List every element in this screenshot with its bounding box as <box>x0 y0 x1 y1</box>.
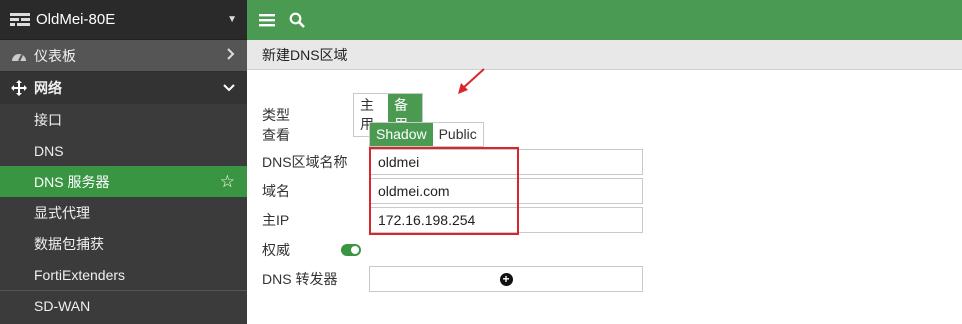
sidebar-item-label: FortiExtenders <box>34 266 126 283</box>
move-arrows-icon <box>10 80 28 96</box>
plus-circle-icon[interactable]: + <box>499 272 513 286</box>
menu-icon[interactable] <box>259 13 275 27</box>
sidebar-item-explicit-proxy[interactable]: 显式代理 <box>0 197 247 228</box>
authoritative-toggle[interactable] <box>341 244 361 256</box>
zone-name-label: DNS区域名称 <box>262 154 348 170</box>
star-icon[interactable]: ☆ <box>220 172 235 192</box>
caret-down-icon[interactable]: ▼ <box>227 14 237 25</box>
primary-ip-label: 主IP <box>262 212 290 228</box>
dns-forwarder-add[interactable]: + <box>369 266 643 292</box>
page-title: 新建DNS区域 <box>247 40 962 70</box>
sidebar-item-dns[interactable]: DNS <box>0 135 247 166</box>
view-label: 查看 <box>262 126 290 143</box>
nav-network[interactable]: 网络 <box>0 72 247 104</box>
sidebar-item-packet-capture[interactable]: 数据包捕获 <box>0 228 247 259</box>
sidebar-item-label: SD-WAN <box>34 298 91 314</box>
top-bar <box>247 0 962 40</box>
sidebar: OldMei-80E ▼ 仪表板 网络 接口 DNS DNS 服务器 ☆ 显式代… <box>0 0 247 324</box>
sidebar-item-interfaces[interactable]: 接口 <box>0 104 247 135</box>
authoritative-label: 权威 <box>262 242 290 258</box>
nav-dashboard-label: 仪表板 <box>34 47 76 64</box>
device-name: OldMei-80E <box>36 11 116 28</box>
dashboard-icon <box>10 49 28 63</box>
dns-forwarder-row: DNS 转发器 + <box>262 266 643 292</box>
sidebar-item-label: DNS 服务器 <box>34 173 110 190</box>
page-title-text: 新建DNS区域 <box>262 46 348 63</box>
view-option-public[interactable]: Public <box>433 123 483 146</box>
sidebar-item-label: 显式代理 <box>34 204 90 221</box>
nav-dashboard[interactable]: 仪表板 <box>0 40 247 72</box>
nav-network-label: 网络 <box>34 80 62 96</box>
view-selector[interactable]: Shadow Public <box>369 122 484 147</box>
sidebar-item-label: 接口 <box>34 111 62 128</box>
chevron-down-icon <box>223 81 235 95</box>
sidebar-item-label: 数据包捕获 <box>34 235 104 252</box>
device-selector[interactable]: OldMei-80E ▼ <box>0 0 247 40</box>
domain-label: 域名 <box>262 183 290 199</box>
annotation-arrow-icon <box>458 68 485 94</box>
sidebar-item-dns-servers[interactable]: DNS 服务器 ☆ <box>0 166 247 197</box>
annotation-highlight-box <box>369 147 519 235</box>
sidebar-item-label: DNS <box>34 142 64 159</box>
view-row: 查看 Shadow Public <box>262 122 484 147</box>
authoritative-row: 权威 <box>262 240 361 260</box>
sidebar-item-fortiextenders[interactable]: FortiExtenders <box>0 259 247 290</box>
chevron-right-icon <box>227 48 235 63</box>
firewall-icon <box>10 12 30 26</box>
sidebar-item-sdwan[interactable]: SD-WAN <box>0 290 247 321</box>
search-icon[interactable] <box>289 12 305 28</box>
view-option-shadow[interactable]: Shadow <box>370 123 433 146</box>
dns-forwarder-label: DNS 转发器 <box>262 271 338 287</box>
